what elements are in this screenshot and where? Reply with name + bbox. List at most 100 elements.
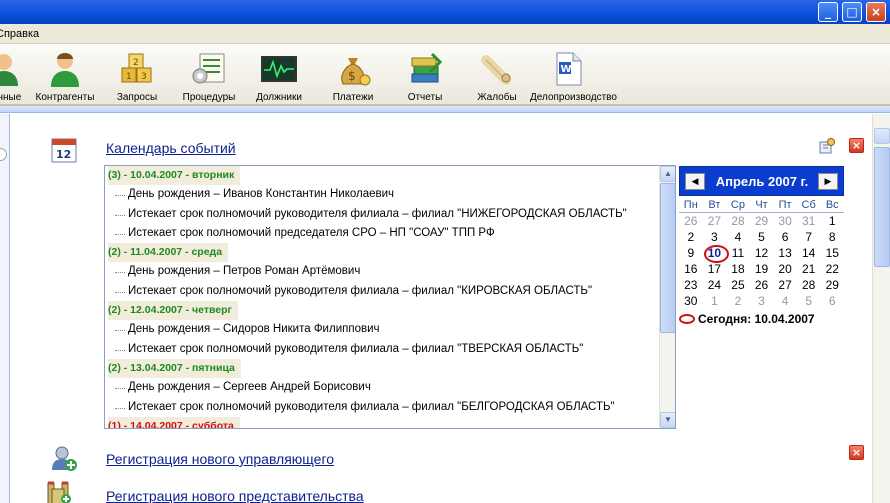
event-date-header[interactable]: (3) - 10.04.2007 - вторник [105, 166, 659, 186]
calendar-day[interactable]: 4 [726, 229, 750, 245]
calendar-day[interactable]: 22 [820, 261, 844, 277]
calendar-day[interactable]: 27 [703, 213, 727, 229]
event-item[interactable]: Истекает срок полномочий руководителя фи… [105, 282, 659, 301]
calendar-day[interactable]: 9 [679, 245, 703, 261]
calendar-day[interactable]: 2 [726, 293, 750, 309]
calendar-day[interactable]: 26 [750, 277, 774, 293]
event-date-header[interactable]: (2) - 11.04.2007 - среда [105, 243, 659, 263]
calendar-day[interactable]: 6 [820, 293, 844, 309]
weekday-label: Вс [825, 199, 839, 211]
toolbar-item-payments[interactable]: $ Платежи [326, 46, 380, 104]
calendar-day[interactable]: 30 [679, 293, 703, 309]
event-item[interactable]: День рождения – Петров Роман Артёмович [105, 262, 659, 281]
calendar-day[interactable]: 28 [726, 213, 750, 229]
event-item[interactable]: Истекает срок полномочий руководителя фи… [105, 205, 659, 224]
add-manager-icon [52, 446, 77, 471]
toolbar-item-0[interactable]: ванные [0, 46, 30, 104]
calendar-day[interactable]: 30 [773, 213, 797, 229]
calendar-day[interactable]: 3 [750, 293, 774, 309]
maximize-button[interactable]: □ [842, 2, 862, 22]
calendar-day[interactable]: 25 [726, 277, 750, 293]
calendar-day[interactable]: 5 [797, 293, 821, 309]
calendar-day[interactable]: 4 [773, 293, 797, 309]
today-label[interactable]: Сегодня: 10.04.2007 [679, 312, 815, 326]
event-item[interactable]: Истекает срок полномочий руководителя фи… [105, 340, 659, 359]
scroll-up-button[interactable] [874, 128, 890, 144]
event-item[interactable]: День рождения – Сидоров Никита Филиппови… [105, 320, 659, 339]
calendar-day-today[interactable]: 10 [703, 245, 729, 263]
calendar-day[interactable]: 2 [679, 229, 703, 245]
calendar-day[interactable]: 19 [750, 261, 774, 277]
panel-expand-handle[interactable] [0, 148, 7, 161]
toolbar-item-office-work[interactable]: W Делопроизводство [530, 46, 617, 104]
calendar-day[interactable]: 29 [820, 277, 844, 293]
calendar-day[interactable]: 27 [773, 277, 797, 293]
calendar-day[interactable]: 3 [703, 229, 727, 245]
calendar-day[interactable]: 31 [797, 213, 821, 229]
event-date-header[interactable]: (2) - 13.04.2007 - пятница [105, 358, 659, 379]
toolbar-item-debtors[interactable]: Должники [252, 46, 306, 104]
calendar-day[interactable]: 28 [797, 277, 821, 293]
calendar-week: 9 10 11 12 13 14 15 [679, 245, 844, 263]
calendar-day[interactable]: 20 [773, 261, 797, 277]
calendar-day[interactable]: 12 [750, 245, 774, 261]
calendar-day[interactable]: 29 [750, 213, 774, 229]
close-window-button[interactable]: × [866, 2, 886, 22]
calendar-day[interactable]: 8 [820, 229, 844, 245]
monitor-icon [261, 56, 297, 82]
scroll-thumb[interactable] [874, 147, 890, 267]
close-section-icon[interactable]: × [849, 138, 864, 153]
page-scrollbar[interactable] [872, 114, 890, 503]
calendar-day[interactable]: 18 [726, 261, 750, 277]
event-item[interactable]: День рождения – Сергеев Андрей Борисович [105, 378, 659, 397]
event-item[interactable]: Истекает срок полномочий председателя СР… [105, 224, 659, 243]
events-scroll-thumb[interactable] [660, 183, 675, 333]
calendar-day[interactable]: 21 [797, 261, 821, 277]
toolbar-item-counterparties[interactable]: Контрагенты [32, 46, 98, 104]
calendar-day[interactable]: 23 [679, 277, 703, 293]
calendar-day[interactable]: 7 [797, 229, 821, 245]
scroll-icon [481, 55, 511, 85]
event-date-header[interactable]: (1) - 14.04.2007 - суббота [105, 416, 659, 428]
event-item[interactable]: День рождения – Иванов Константин Никола… [105, 185, 659, 204]
minimize-button[interactable]: _ [818, 2, 838, 22]
calendar-day[interactable]: 24 [703, 277, 727, 293]
event-date-header[interactable]: (2) - 12.04.2007 - четверг [105, 301, 659, 321]
calendar-month-title: Апрель 2007 г. [715, 174, 809, 189]
left-panel-collapsed[interactable] [0, 114, 10, 503]
register-office-link[interactable]: Регистрация нового представительства [106, 488, 364, 503]
calendar-day[interactable]: 1 [820, 213, 844, 229]
toolbar-item-requests[interactable]: 132 Запросы [110, 46, 164, 104]
calendar-day[interactable]: 15 [820, 245, 844, 261]
menu-item-help[interactable]: Справка [0, 24, 39, 44]
next-month-button[interactable]: ▶ [818, 173, 838, 190]
events-scroll-up[interactable]: ▲ [660, 166, 675, 182]
calendar-day[interactable]: 11 [726, 245, 750, 261]
window-titlebar: _ □ × [0, 0, 890, 24]
events-scroll-down[interactable]: ▼ [660, 412, 675, 428]
events-scrollbar[interactable]: ▲ ▼ [659, 166, 675, 428]
close-section-icon[interactable]: × [849, 445, 864, 460]
register-manager-link[interactable]: Регистрация нового управляющего [106, 451, 334, 467]
calendar-day[interactable]: 17 [703, 261, 727, 277]
toolbar-item-reports[interactable]: Отчеты [398, 46, 452, 104]
calendar-section-title[interactable]: Календарь событий [106, 140, 236, 156]
events-list[interactable]: (3) - 10.04.2007 - вторник День рождения … [104, 165, 676, 429]
svg-text:3: 3 [141, 72, 147, 82]
calendar-day[interactable]: 6 [773, 229, 797, 245]
toolbar-item-complaints[interactable]: Жалобы [470, 46, 524, 104]
calendar-day[interactable]: 16 [679, 261, 703, 277]
toolbar-item-procedures[interactable]: Процедуры [178, 46, 240, 104]
prev-month-button[interactable]: ◀ [685, 173, 705, 190]
calendar-day[interactable]: 13 [773, 245, 797, 261]
user-icon [51, 53, 79, 87]
svg-text:W: W [561, 64, 572, 75]
settings-icon[interactable] [818, 137, 836, 155]
calendar-day[interactable]: 14 [797, 245, 821, 261]
calendar-grid: Пн Вт Ср Чт Пт Сб Вс 26 27 28 29 30 31 1 2 3 4 5 6 7 8 9 10 11… [679, 198, 844, 309]
money-bag-icon: $ [341, 58, 371, 86]
event-item[interactable]: Истекает срок полномочий руководителя фи… [105, 398, 659, 417]
calendar-day[interactable]: 5 [750, 229, 774, 245]
calendar-day[interactable]: 26 [679, 213, 703, 229]
calendar-day[interactable]: 1 [703, 293, 727, 309]
